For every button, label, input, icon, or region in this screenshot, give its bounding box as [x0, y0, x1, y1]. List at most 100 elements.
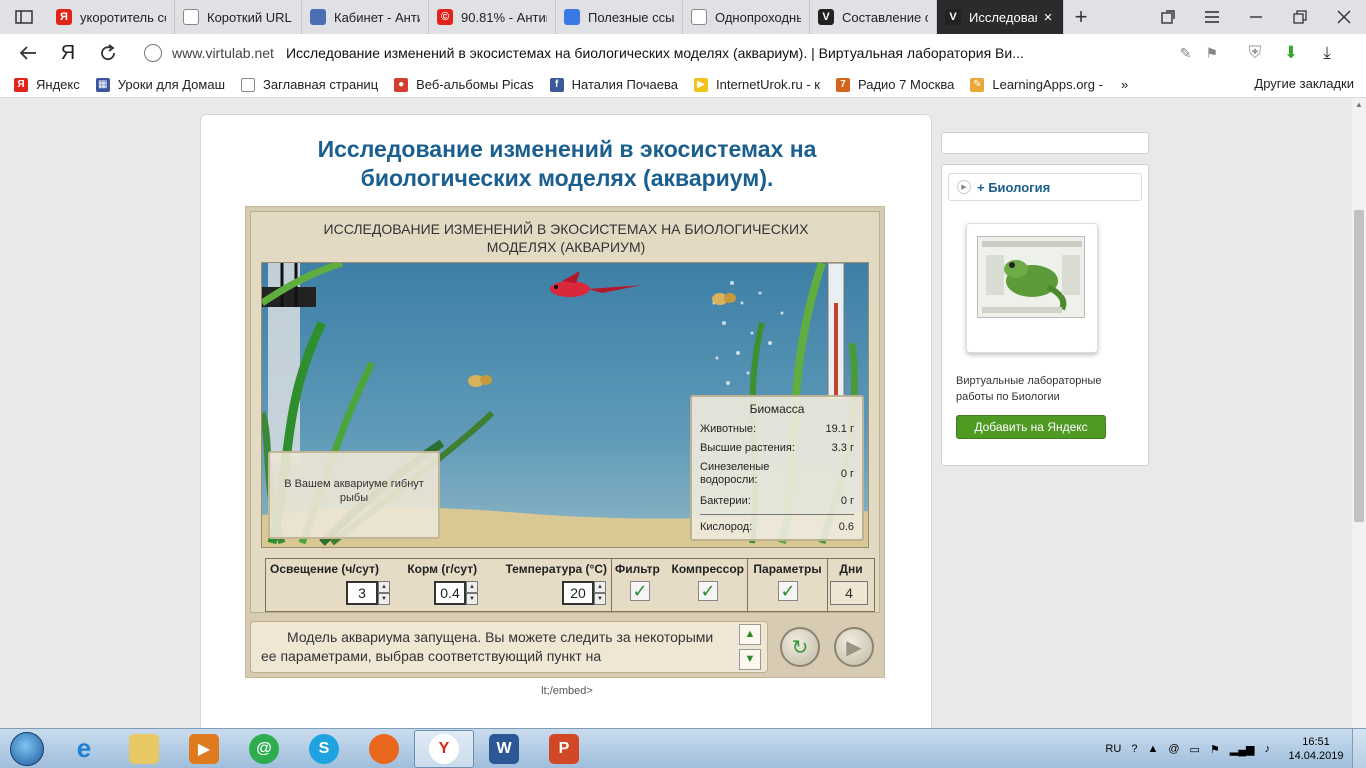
bookmark-item[interactable]: Я Яндекс [14, 77, 80, 92]
tab-1[interactable]: Короткий URL [175, 0, 302, 34]
back-icon[interactable] [8, 34, 48, 72]
bookmark-flag-icon[interactable]: ⚑ [1205, 45, 1218, 62]
folder-icon [129, 733, 159, 764]
play-icon: ▶ [846, 636, 862, 659]
bookmark-item[interactable]: ▶ InternetUrok.ru - к [694, 77, 820, 92]
close-window-icon[interactable] [1322, 0, 1366, 34]
protect-shield-icon[interactable]: ⛨ [1240, 38, 1270, 68]
bookmark-tab-icon[interactable] [1146, 0, 1190, 34]
taskbar-word[interactable]: W [474, 730, 534, 768]
reload-icon[interactable] [88, 34, 128, 72]
tab-label: Составление с [842, 9, 928, 25]
scroll-up-icon[interactable]: ▲ [1355, 100, 1363, 109]
windows-logo-icon [10, 731, 44, 766]
tray-network-icon[interactable]: ▭ [1190, 743, 1200, 756]
taskbar-yandex-browser[interactable]: Y [414, 729, 474, 768]
message-scroll-up-icon[interactable]: ▲ [739, 624, 761, 645]
restore-icon[interactable] [1278, 0, 1322, 34]
more-bookmarks-icon[interactable]: » [1121, 77, 1128, 92]
bookmark-item[interactable]: 7 Радио 7 Москва [835, 77, 954, 92]
powerpoint-icon: P [549, 733, 579, 764]
temp-value[interactable]: 20 [562, 581, 594, 605]
aquarium-view: В Вашем аквариуме гибнут рыбы Биомасса Ж… [261, 262, 869, 548]
light-up-icon[interactable]: ▲ [378, 581, 390, 593]
show-desktop-button[interactable] [1352, 729, 1366, 768]
lab-thumbnail[interactable] [966, 223, 1098, 353]
volume-icon[interactable]: ♪ [1265, 743, 1271, 755]
scroll-thumb[interactable] [1354, 210, 1364, 522]
temp-stepper[interactable]: 20 ▲ ▼ [562, 581, 606, 605]
tab-6[interactable]: V Составление с [810, 0, 937, 34]
taskbar-mail[interactable]: @ [234, 730, 294, 768]
tab-2[interactable]: Кабинет - Анти [302, 0, 429, 34]
yandex-logo-icon[interactable]: Я [48, 34, 88, 72]
download-green-icon[interactable]: ⬇ [1276, 38, 1306, 68]
tray-mail-icon[interactable]: @ [1168, 743, 1179, 755]
temp-up-icon[interactable]: ▲ [594, 581, 606, 593]
temp-down-icon[interactable]: ▼ [594, 593, 606, 605]
start-button[interactable] [0, 729, 54, 768]
message-text: Модель аквариума запущена. Вы можете сле… [261, 629, 714, 664]
other-bookmarks[interactable]: Другие закладки [1254, 76, 1354, 91]
bookmark-item[interactable]: ▦ Уроки для Домаш [95, 77, 226, 92]
play-button[interactable]: ▶ [834, 627, 874, 667]
light-value[interactable]: 3 [346, 581, 378, 605]
bookmark-favicon-icon: ▶ [694, 77, 709, 92]
biomass-row-animals: Животные: 19.1 г [692, 419, 862, 438]
url-field[interactable]: www.virtulab.net Исследование изменений … [136, 38, 1226, 68]
taskbar-explorer[interactable] [114, 730, 174, 768]
bookmark-item[interactable]: Заглавная страниц [241, 77, 378, 92]
help-icon[interactable]: ? [1131, 743, 1137, 755]
bookmark-label: Уроки для Домаш [117, 77, 226, 92]
close-tab-icon[interactable]: × [1041, 9, 1055, 26]
tab-4[interactable]: Полезные ссыл [556, 0, 683, 34]
taskbar-ie[interactable]: e [54, 730, 114, 768]
plants-value: 3.3 г [831, 441, 854, 454]
restart-button[interactable]: ↻ [780, 627, 820, 667]
taskbar-firefox[interactable] [354, 730, 414, 768]
light-stepper[interactable]: 3 ▲ ▼ [346, 581, 390, 605]
reader-icon[interactable]: ✎ [1180, 45, 1192, 62]
menu-icon[interactable] [1190, 0, 1234, 34]
food-value[interactable]: 0.4 [434, 581, 466, 605]
content-card: Исследование изменений в экосистемах на … [200, 114, 932, 728]
add-to-yandex-button[interactable]: Добавить на Яндекс [956, 415, 1106, 439]
clock[interactable]: 16:51 14.04.2019 [1280, 735, 1352, 763]
oxygen-value: 0.6 [838, 520, 854, 533]
clock-time: 16:51 [1302, 736, 1330, 748]
tab-5[interactable]: Однопроходнь [683, 0, 810, 34]
tab-3[interactable]: © 90.81% - Антип [429, 0, 556, 34]
taskbar-media[interactable]: ▶ [174, 730, 234, 768]
filter-checkbox[interactable]: ✓ [630, 581, 650, 601]
minimize-icon[interactable] [1234, 0, 1278, 34]
tray-expand-icon[interactable]: ▲ [1147, 743, 1158, 755]
algae-label: Синезеленые водоросли: [700, 461, 770, 486]
signal-icon[interactable]: ▂▄▆ [1230, 743, 1255, 756]
new-tab-button[interactable]: + [1064, 0, 1098, 34]
tabs-panel-icon[interactable] [0, 0, 48, 34]
tab-7[interactable]: V Исследован × [937, 0, 1064, 34]
bookmark-item[interactable]: ● Веб-альбомы Picas [394, 77, 534, 92]
shield-icon [310, 9, 326, 25]
sidebar-category[interactable]: ▶ + Биология [948, 173, 1142, 201]
params-checkbox[interactable]: ✓ [778, 581, 798, 601]
bookmark-item[interactable]: ✎ LearningApps.org - [970, 77, 1103, 92]
tab-0[interactable]: Яукоротитель сс [48, 0, 175, 34]
sidebar-search-box[interactable] [941, 132, 1149, 154]
taskbar-skype[interactable]: S [294, 730, 354, 768]
page-scrollbar[interactable]: ▲ [1352, 98, 1366, 728]
light-down-icon[interactable]: ▼ [378, 593, 390, 605]
food-stepper[interactable]: 0.4 ▲ ▼ [434, 581, 478, 605]
simulator: ИССЛЕДОВАНИЕ ИЗМЕНЕНИЙ В ЭКОСИСТЕМАХ НА … [245, 206, 885, 678]
tray-flag-icon[interactable]: ⚑ [1210, 743, 1220, 756]
message-scroll-down-icon[interactable]: ▼ [739, 649, 761, 670]
params-label: Параметры [753, 562, 822, 576]
compressor-checkbox[interactable]: ✓ [698, 581, 718, 601]
language-indicator[interactable]: RU [1105, 743, 1121, 755]
taskbar-powerpoint[interactable]: P [534, 730, 594, 768]
tab-label: Полезные ссыл [588, 9, 674, 25]
food-up-icon[interactable]: ▲ [466, 581, 478, 593]
food-down-icon[interactable]: ▼ [466, 593, 478, 605]
downloads-icon[interactable]: ⤓ [1312, 38, 1342, 68]
bookmark-item[interactable]: f Наталия Почаева [549, 77, 678, 92]
